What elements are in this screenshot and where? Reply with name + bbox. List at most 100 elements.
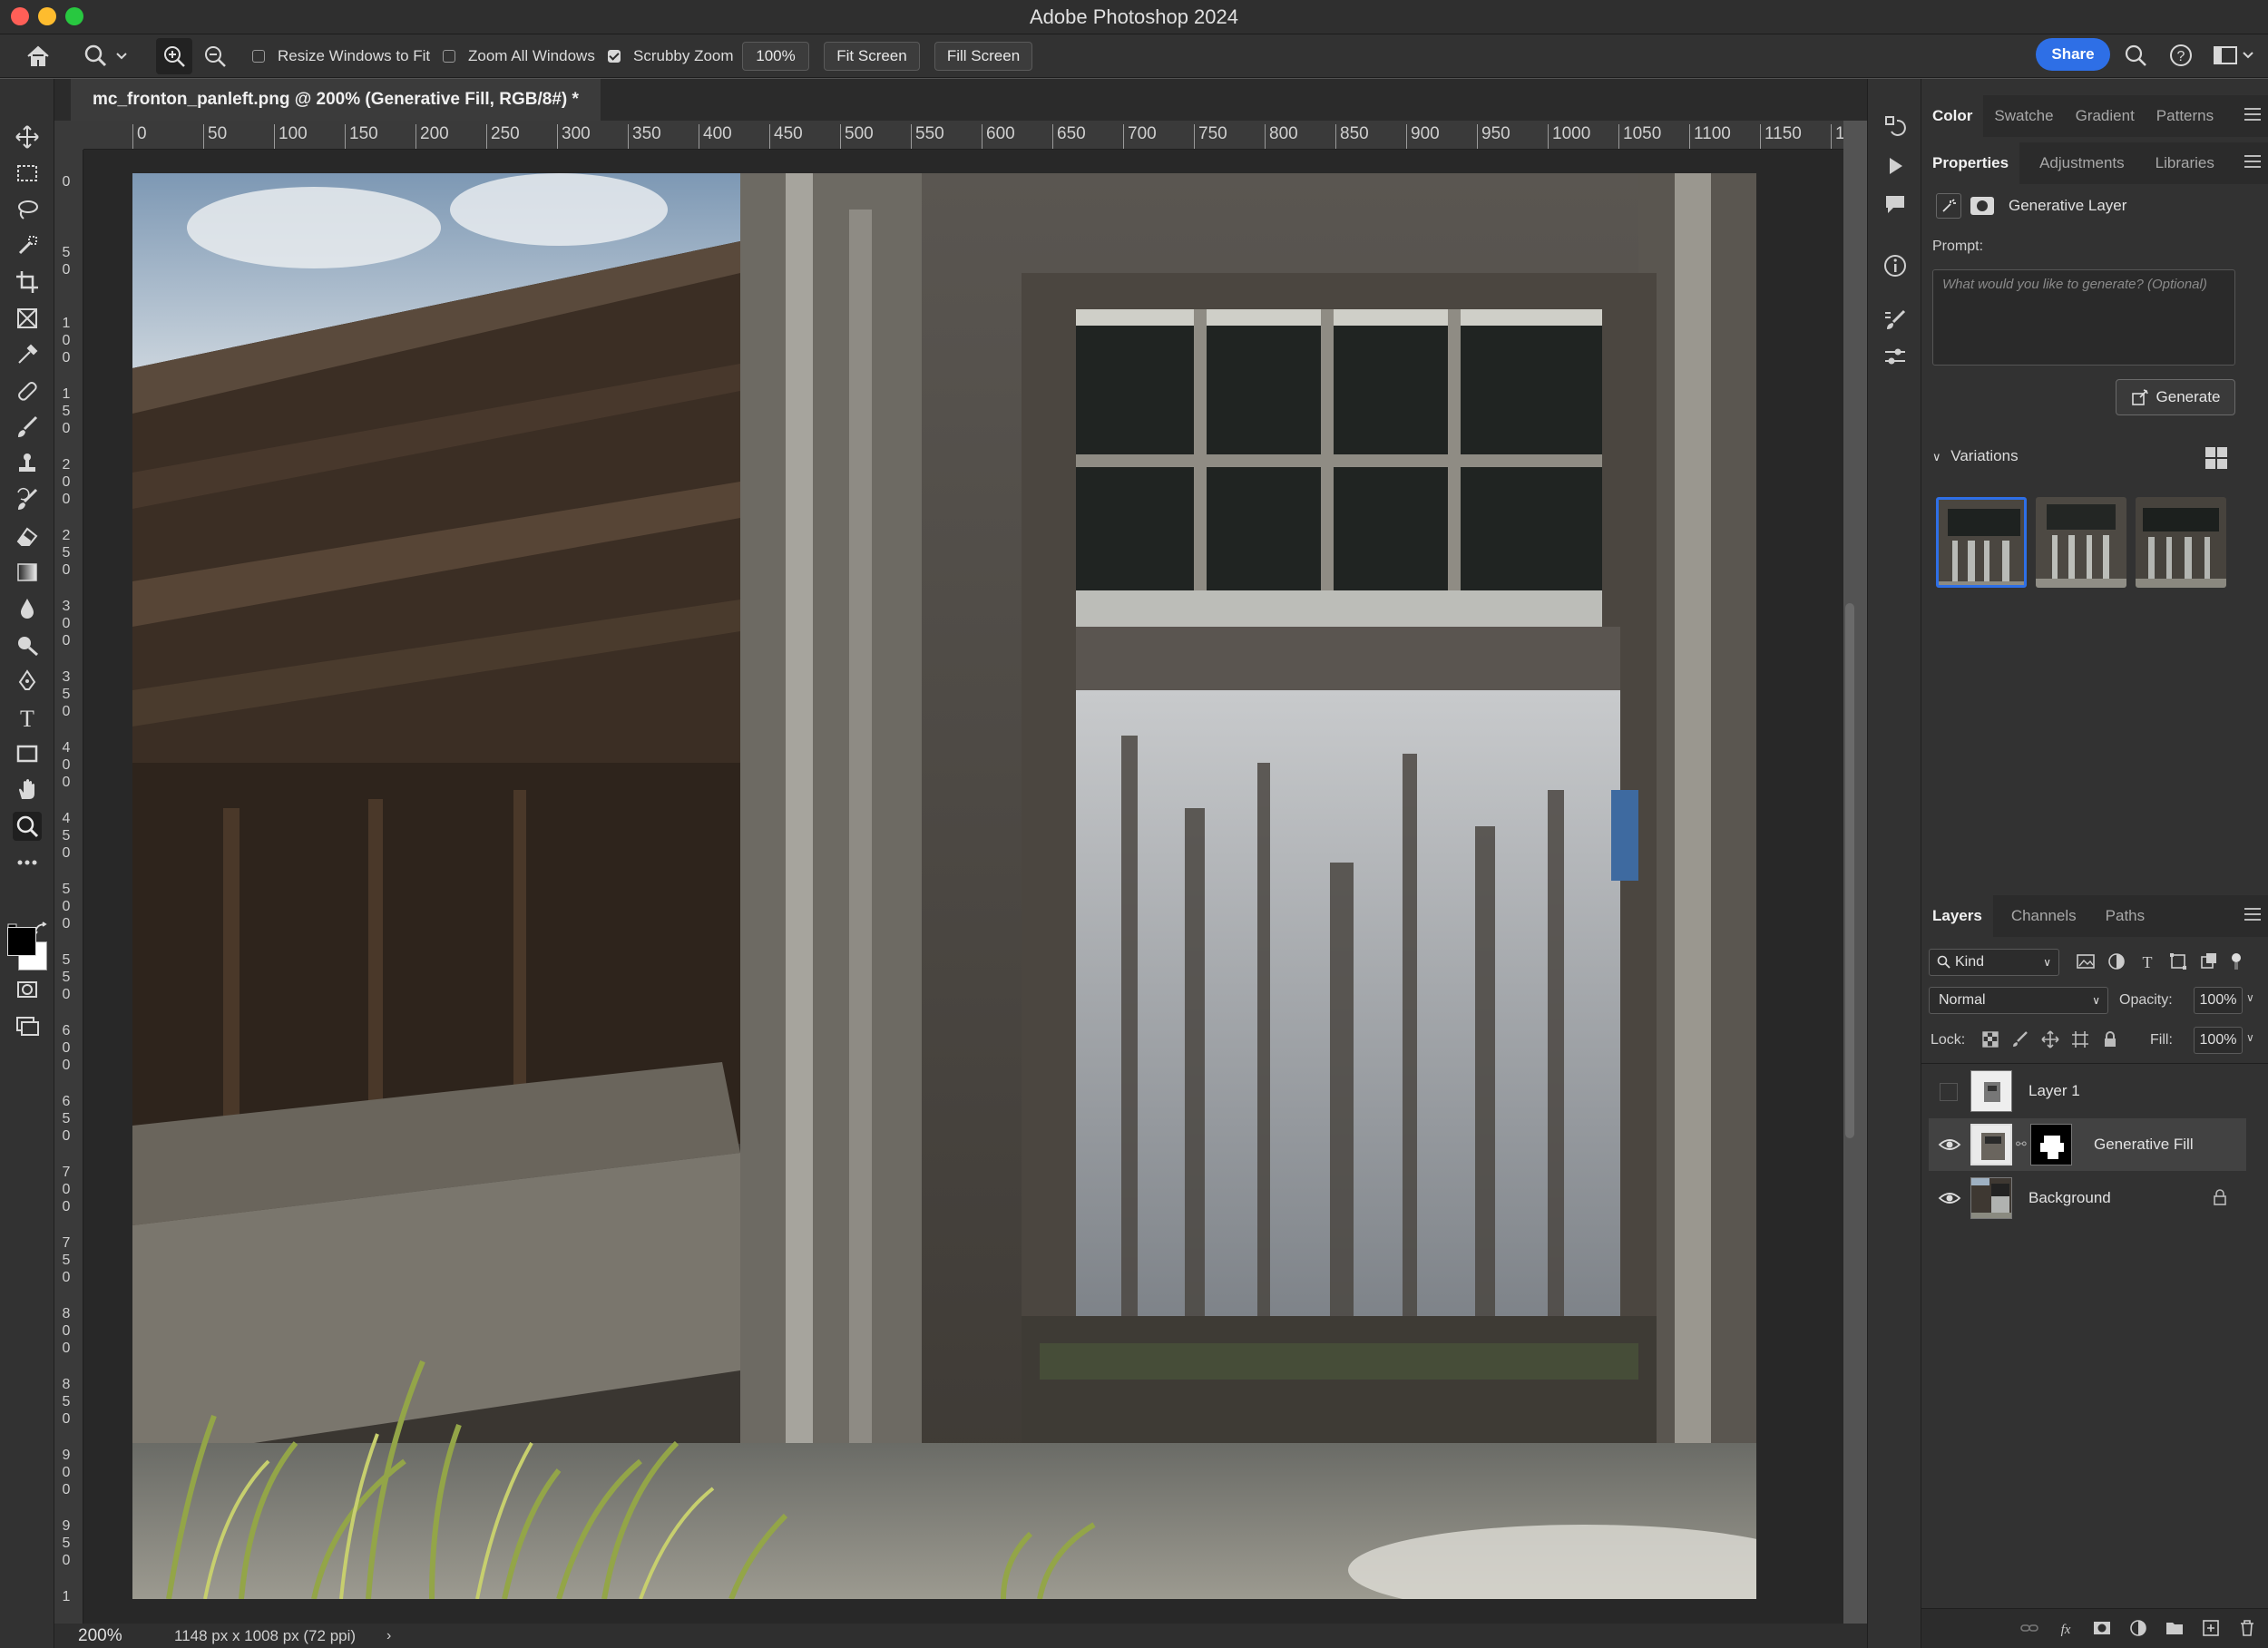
layer-row-layer-1[interactable]: Layer 1	[1929, 1065, 2246, 1117]
zoom-in-icon[interactable]	[156, 38, 192, 74]
variation-thumbnail-3[interactable]	[2136, 497, 2226, 588]
properties-panel-menu-icon[interactable]	[2244, 155, 2261, 168]
variation-thumbnail-2[interactable]	[2036, 497, 2126, 588]
brush-tool-icon[interactable]	[13, 413, 42, 442]
layer-row-generative-fill[interactable]: ⚯ Generative Fill	[1929, 1118, 2246, 1171]
visibility-toggle-off[interactable]	[1940, 1083, 1958, 1101]
lock-pixels-icon[interactable]	[2011, 1030, 2029, 1048]
add-mask-icon[interactable]	[2092, 1618, 2112, 1638]
eye-icon[interactable]	[1938, 1190, 1961, 1206]
horizontal-ruler[interactable]: 0 50 100 150 200 250 300 350 400 450 500…	[83, 121, 1843, 150]
prompt-input[interactable]: What would you like to generate? (Option…	[1932, 269, 2235, 366]
resize-windows-checkbox[interactable]: Resize Windows to Fit	[252, 34, 430, 78]
grid-view-icon[interactable]	[2204, 446, 2228, 474]
filter-kind-select[interactable]: Kind ∨	[1929, 949, 2059, 976]
smart-object-filter-icon[interactable]	[2199, 951, 2219, 971]
vertical-ruler[interactable]: 0 50 100 150 200 250 300 350 400 450 500…	[54, 150, 83, 1624]
type-tool-icon[interactable]: T	[13, 703, 42, 732]
history-brush-tool-icon[interactable]	[13, 485, 42, 514]
shape-filter-icon[interactable]	[2168, 951, 2188, 971]
info-icon[interactable]	[1881, 251, 1910, 280]
eraser-tool-icon[interactable]	[13, 522, 42, 551]
new-layer-icon[interactable]	[2201, 1618, 2221, 1638]
adjustment-layer-icon[interactable]	[2128, 1618, 2148, 1638]
tab-layers[interactable]: Layers	[1921, 895, 1993, 937]
type-filter-icon[interactable]: T	[2137, 951, 2157, 971]
tab-properties[interactable]: Properties	[1921, 142, 2020, 184]
more-tools-icon[interactable]	[13, 848, 42, 877]
zoom-level[interactable]: 200%	[78, 1626, 122, 1646]
zoom-tool-preset-icon[interactable]	[83, 34, 127, 78]
comments-icon[interactable]	[1881, 190, 1910, 219]
lasso-tool-icon[interactable]	[13, 195, 42, 224]
layer-row-background[interactable]: Background	[1929, 1172, 2246, 1224]
fill-chevron-icon[interactable]: ∨	[2246, 1031, 2254, 1044]
pixel-filter-icon[interactable]	[2076, 951, 2096, 971]
brush-settings-icon[interactable]	[1881, 306, 1910, 335]
opacity-chevron-icon[interactable]: ∨	[2246, 991, 2254, 1004]
tab-paths[interactable]: Paths	[2087, 895, 2156, 937]
lock-all-icon[interactable]	[2101, 1030, 2119, 1048]
tab-channels[interactable]: Channels	[1993, 895, 2087, 937]
help-icon[interactable]: ?	[2168, 44, 2194, 69]
tab-gradients[interactable]: Gradient	[2065, 95, 2146, 137]
generative-fill-mask-thumbnail[interactable]	[2030, 1124, 2072, 1165]
lock-icon[interactable]	[2212, 1188, 2228, 1211]
scrubby-zoom-checkbox[interactable]: Scrubby Zoom	[608, 34, 734, 78]
eye-icon[interactable]	[1938, 1136, 1961, 1153]
zoom-percent-field[interactable]: 100%	[742, 42, 809, 71]
gradient-tool-icon[interactable]	[13, 558, 42, 587]
tab-libraries[interactable]: Libraries	[2136, 142, 2225, 184]
object-selection-tool-icon[interactable]	[13, 231, 42, 260]
tab-patterns[interactable]: Patterns	[2146, 95, 2224, 137]
marquee-tool-icon[interactable]	[13, 159, 42, 188]
pen-tool-icon[interactable]	[13, 667, 42, 696]
screen-mode-icon[interactable]	[13, 1011, 42, 1040]
home-icon[interactable]	[25, 34, 51, 78]
crop-tool-icon[interactable]	[13, 268, 42, 297]
tab-color[interactable]: Color	[1921, 95, 1984, 137]
zoom-out-icon[interactable]	[203, 34, 227, 78]
share-button[interactable]: Share	[2036, 38, 2110, 71]
move-tool-icon[interactable]	[13, 122, 42, 151]
new-group-icon[interactable]	[2165, 1618, 2185, 1638]
delete-layer-icon[interactable]	[2237, 1618, 2257, 1638]
link-layers-icon[interactable]	[2019, 1618, 2039, 1638]
layers-panel-menu-icon[interactable]	[2244, 908, 2261, 921]
document-tab[interactable]: mc_fronton_panleft.png @ 200% (Generativ…	[71, 79, 601, 121]
healing-brush-tool-icon[interactable]	[13, 376, 42, 405]
eyedropper-tool-icon[interactable]	[13, 340, 42, 369]
quick-mask-icon[interactable]	[13, 975, 42, 1004]
generate-button[interactable]: Generate	[2116, 379, 2235, 415]
color-panel-menu-icon[interactable]	[2244, 108, 2261, 121]
lock-artboard-icon[interactable]	[2071, 1030, 2089, 1048]
lock-transparent-icon[interactable]	[1981, 1030, 1999, 1048]
blur-tool-icon[interactable]	[13, 594, 42, 623]
dodge-tool-icon[interactable]	[13, 630, 42, 659]
vertical-scrollbar[interactable]	[1845, 603, 1854, 1138]
fill-field[interactable]: 100%	[2194, 1027, 2243, 1054]
document-image[interactable]	[132, 173, 1756, 1599]
lock-position-icon[interactable]	[2041, 1030, 2059, 1048]
hand-tool-icon[interactable]	[13, 775, 42, 804]
mask-link-icon[interactable]: ⚯	[2016, 1136, 2027, 1152]
fill-screen-button[interactable]: Fill Screen	[934, 42, 1032, 71]
variations-header[interactable]: ∨ Variations	[1932, 447, 2019, 465]
adjustments-sliders-icon[interactable]	[1881, 342, 1910, 371]
tab-adjustments[interactable]: Adjustments	[2019, 142, 2136, 184]
workspace-icon[interactable]	[2212, 44, 2257, 69]
frame-tool-icon[interactable]	[13, 304, 42, 333]
tab-swatches[interactable]: Swatche	[1983, 95, 2064, 137]
zoom-tool-icon[interactable]	[13, 812, 42, 841]
foreground-color-swatch[interactable]	[7, 927, 36, 956]
adjustment-filter-icon[interactable]	[2107, 951, 2126, 971]
filter-toggle-icon[interactable]	[2230, 951, 2243, 971]
history-icon[interactable]	[1881, 112, 1910, 141]
fit-screen-button[interactable]: Fit Screen	[824, 42, 920, 71]
status-menu-chevron-icon[interactable]: ›	[386, 1628, 391, 1644]
opacity-field[interactable]: 100%	[2194, 987, 2243, 1014]
zoom-all-windows-checkbox[interactable]: Zoom All Windows	[443, 34, 595, 78]
layer-style-icon[interactable]: fx	[2056, 1618, 2076, 1638]
blend-mode-select[interactable]: Normal ∨	[1929, 987, 2108, 1014]
clone-stamp-tool-icon[interactable]	[13, 449, 42, 478]
